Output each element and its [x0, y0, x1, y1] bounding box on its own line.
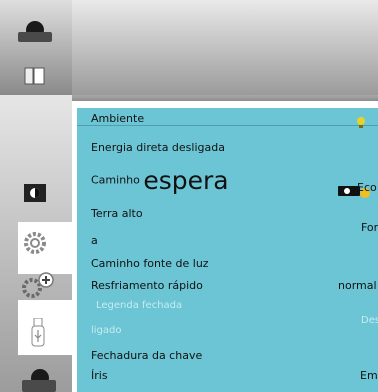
row-caminho-fonte-luz[interactable]: Caminho fonte de luz [91, 257, 209, 270]
header-band [72, 0, 378, 95]
row-resfriamento-value: normal [338, 279, 377, 292]
info-icon[interactable] [18, 366, 58, 392]
advanced-settings-icon[interactable] [20, 272, 60, 300]
display-icon[interactable] [18, 16, 52, 44]
rail-tab-usb[interactable] [18, 300, 72, 355]
panel-title-divider [77, 125, 378, 126]
menu-rail [0, 0, 72, 392]
row-caminho-value: Eco [357, 181, 377, 194]
usb-icon[interactable] [31, 318, 45, 348]
row-terra-alto[interactable]: Terra alto [91, 207, 143, 220]
row-iris-value: Em [360, 369, 378, 382]
row-energia-direta[interactable]: Energia direta desligada [91, 141, 225, 154]
row-a[interactable]: a [91, 234, 98, 247]
row-legenda-fechada[interactable]: Legenda fechada [96, 300, 182, 311]
bulb-icon [357, 117, 365, 128]
row-a-value: For [361, 221, 378, 234]
settings-icon[interactable] [22, 230, 48, 256]
row-caminho-label: Caminho [91, 173, 140, 187]
row-resfriamento[interactable]: Resfriamento rápido [91, 279, 203, 292]
row-caminho-espera[interactable]: Caminho espera [91, 166, 229, 195]
row-ligado-value: Des [361, 315, 378, 326]
settings-screen: Ambiente Energia direta desligada Caminh… [0, 0, 378, 392]
row-ligado[interactable]: ligado [91, 325, 122, 336]
panel-title: Ambiente [91, 112, 145, 125]
keystone-icon[interactable] [24, 66, 46, 88]
brightness-icon[interactable] [24, 182, 46, 204]
row-fechadura[interactable]: Fechadura da chave [91, 349, 202, 362]
row-caminho-big-label: espera [143, 166, 229, 195]
row-iris[interactable]: Íris [91, 369, 108, 382]
